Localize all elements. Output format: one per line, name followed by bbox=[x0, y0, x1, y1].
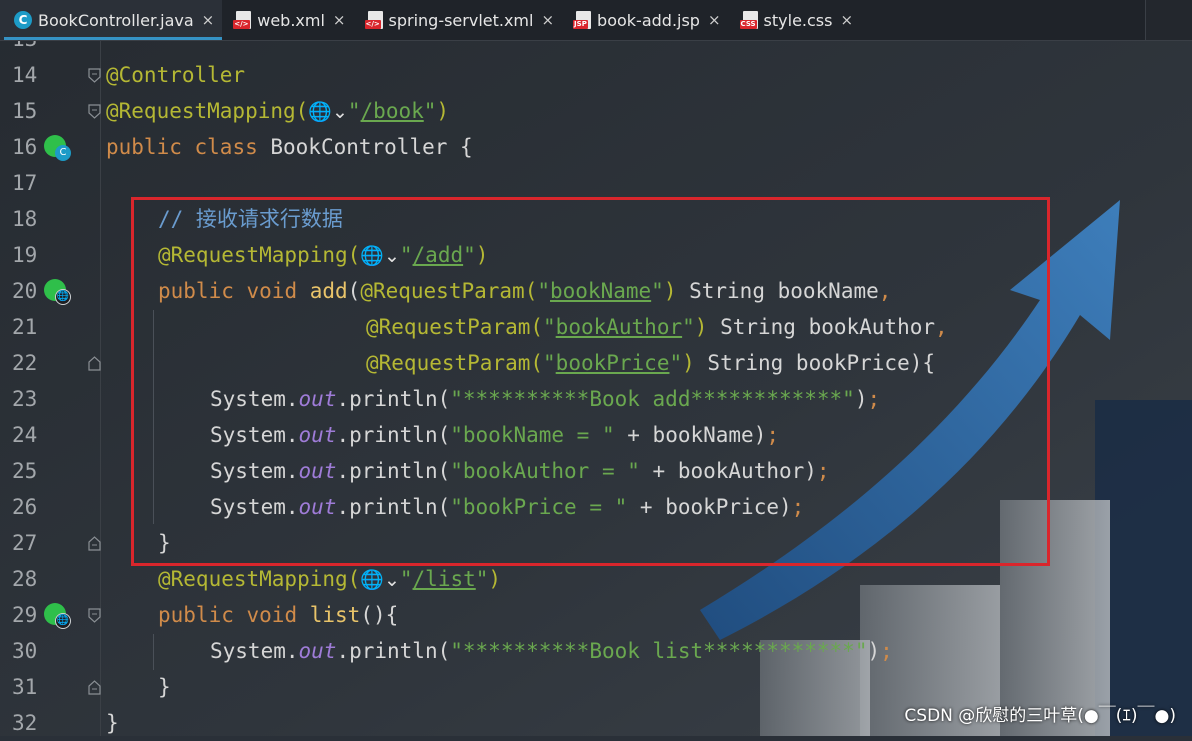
fold-marker-icon[interactable] bbox=[88, 68, 101, 83]
code-line-24[interactable]: System.out.println("bookName = " + bookN… bbox=[210, 417, 779, 453]
gutter-row[interactable]: 25 bbox=[0, 453, 100, 489]
code-line-31[interactable]: } bbox=[158, 669, 171, 705]
close-icon[interactable]: × bbox=[333, 11, 346, 29]
close-icon[interactable]: × bbox=[202, 11, 215, 29]
line-number: 19 bbox=[12, 243, 38, 267]
spring-xml-file-icon: </> bbox=[364, 11, 383, 29]
close-icon[interactable]: × bbox=[840, 11, 853, 29]
close-icon[interactable]: × bbox=[541, 11, 554, 29]
line-number: 31 bbox=[12, 675, 38, 699]
tab-spring-servlet-xml[interactable]: </> spring-servlet.xml × bbox=[354, 0, 563, 40]
line-number: 27 bbox=[12, 531, 38, 555]
line-number: 18 bbox=[12, 207, 38, 231]
gutter-row[interactable]: 26 bbox=[0, 489, 100, 525]
gutter-row[interactable]: 24 bbox=[0, 417, 100, 453]
line-number: 29 bbox=[12, 603, 38, 627]
code-line-27[interactable]: } bbox=[158, 525, 171, 561]
tab-label: spring-servlet.xml bbox=[388, 10, 534, 30]
code-line-16[interactable]: public class BookController { bbox=[106, 129, 473, 165]
gutter-row[interactable]: 28 bbox=[0, 561, 100, 597]
tab-label: web.xml bbox=[257, 10, 325, 30]
code-line-23[interactable]: System.out.println("**********Book add**… bbox=[210, 381, 880, 417]
gutter-row[interactable]: 17 bbox=[0, 165, 100, 201]
gutter-row[interactable]: 23 bbox=[0, 381, 100, 417]
tab-web-xml[interactable]: </> web.xml × bbox=[222, 0, 353, 40]
indent-guide bbox=[153, 310, 154, 524]
gutter-row[interactable]: 30 bbox=[0, 633, 100, 669]
code-line-26[interactable]: System.out.println("bookPrice = " + book… bbox=[210, 489, 804, 525]
gutter-row[interactable]: 22 bbox=[0, 345, 100, 381]
tab-label: style.css bbox=[763, 10, 833, 30]
gutter-row[interactable]: 21 bbox=[0, 309, 100, 345]
java-class-icon: C bbox=[14, 11, 32, 29]
code-line-30[interactable]: System.out.println("**********Book list*… bbox=[210, 633, 893, 669]
line-number: 22 bbox=[12, 351, 38, 375]
web-globe-icon: 🌐⌄ bbox=[360, 569, 400, 591]
watermark: CSDN @欣慰的三叶草(●￣(ｴ)￣●) bbox=[904, 706, 1176, 726]
xml-file-icon: </> bbox=[233, 11, 252, 29]
line-number: 28 bbox=[12, 567, 38, 591]
gutter-row[interactable]: 16 bbox=[0, 129, 100, 165]
code-line-28[interactable]: @RequestMapping(🌐⌄"/list") bbox=[158, 561, 501, 597]
gutter-separator bbox=[100, 40, 101, 736]
css-file-icon: CSS bbox=[739, 11, 758, 29]
line-number: 26 bbox=[12, 495, 38, 519]
line-number: 15 bbox=[12, 99, 38, 123]
line-number: 21 bbox=[12, 315, 38, 339]
gutter-row[interactable]: 20 bbox=[0, 273, 100, 309]
editor-tab-bar: C BookController.java × </> web.xml × </… bbox=[0, 0, 1192, 41]
close-icon[interactable]: × bbox=[708, 11, 721, 29]
gutter-row[interactable]: 14 bbox=[0, 57, 100, 93]
code-line-25[interactable]: System.out.println("bookAuthor = " + boo… bbox=[210, 453, 830, 489]
code-line-20[interactable]: public void add(@RequestParam("bookName"… bbox=[158, 273, 891, 309]
tab-overflow-area[interactable] bbox=[1145, 0, 1192, 40]
gutter-row[interactable]: 27 bbox=[0, 525, 100, 561]
code-line-15[interactable]: @RequestMapping(🌐⌄"/book") bbox=[106, 93, 449, 129]
fold-marker-icon[interactable] bbox=[88, 536, 101, 551]
code-line-14[interactable]: @Controller bbox=[106, 57, 245, 93]
gutter-row[interactable]: 31 bbox=[0, 669, 100, 705]
tab-style-css[interactable]: CSS style.css × bbox=[729, 0, 862, 40]
code-line-29[interactable]: public void list(){ bbox=[158, 597, 398, 633]
line-number: 24 bbox=[12, 423, 38, 447]
jsp-file-icon: JSP bbox=[573, 11, 592, 29]
line-number: 14 bbox=[12, 63, 38, 87]
web-globe-icon: 🌐⌄ bbox=[360, 245, 400, 267]
gutter-row[interactable]: 18 bbox=[0, 201, 100, 237]
fold-marker-icon[interactable] bbox=[88, 104, 101, 119]
indent-guide bbox=[153, 634, 154, 670]
code-line-21[interactable]: @RequestParam("bookAuthor") String bookA… bbox=[366, 309, 948, 345]
tab-label: BookController.java bbox=[38, 10, 194, 30]
gutter-row[interactable]: 15 bbox=[0, 93, 100, 129]
gutter-row[interactable]: 29 bbox=[0, 597, 100, 633]
tab-bookcontroller-java[interactable]: C BookController.java × bbox=[0, 0, 223, 40]
fold-marker-icon[interactable] bbox=[88, 356, 101, 371]
line-number: 23 bbox=[12, 387, 38, 411]
line-number: 16 bbox=[12, 135, 38, 159]
code-line-19[interactable]: @RequestMapping(🌐⌄"/add") bbox=[158, 237, 488, 273]
line-number: 20 bbox=[12, 279, 38, 303]
code-line-18[interactable]: // 接收请求行数据 bbox=[158, 201, 343, 237]
fold-marker-icon[interactable] bbox=[88, 680, 101, 695]
gutter-row[interactable]: 19 bbox=[0, 237, 100, 273]
line-number: 30 bbox=[12, 639, 38, 663]
web-globe-icon: 🌐⌄ bbox=[308, 101, 348, 123]
code-line-22[interactable]: @RequestParam("bookPrice") String bookPr… bbox=[366, 345, 935, 381]
tab-label: book-add.jsp bbox=[597, 10, 700, 30]
line-number: 17 bbox=[12, 171, 38, 195]
line-number: 25 bbox=[12, 459, 38, 483]
tab-book-add-jsp[interactable]: JSP book-add.jsp × bbox=[562, 0, 729, 40]
fold-marker-icon[interactable] bbox=[88, 608, 101, 623]
